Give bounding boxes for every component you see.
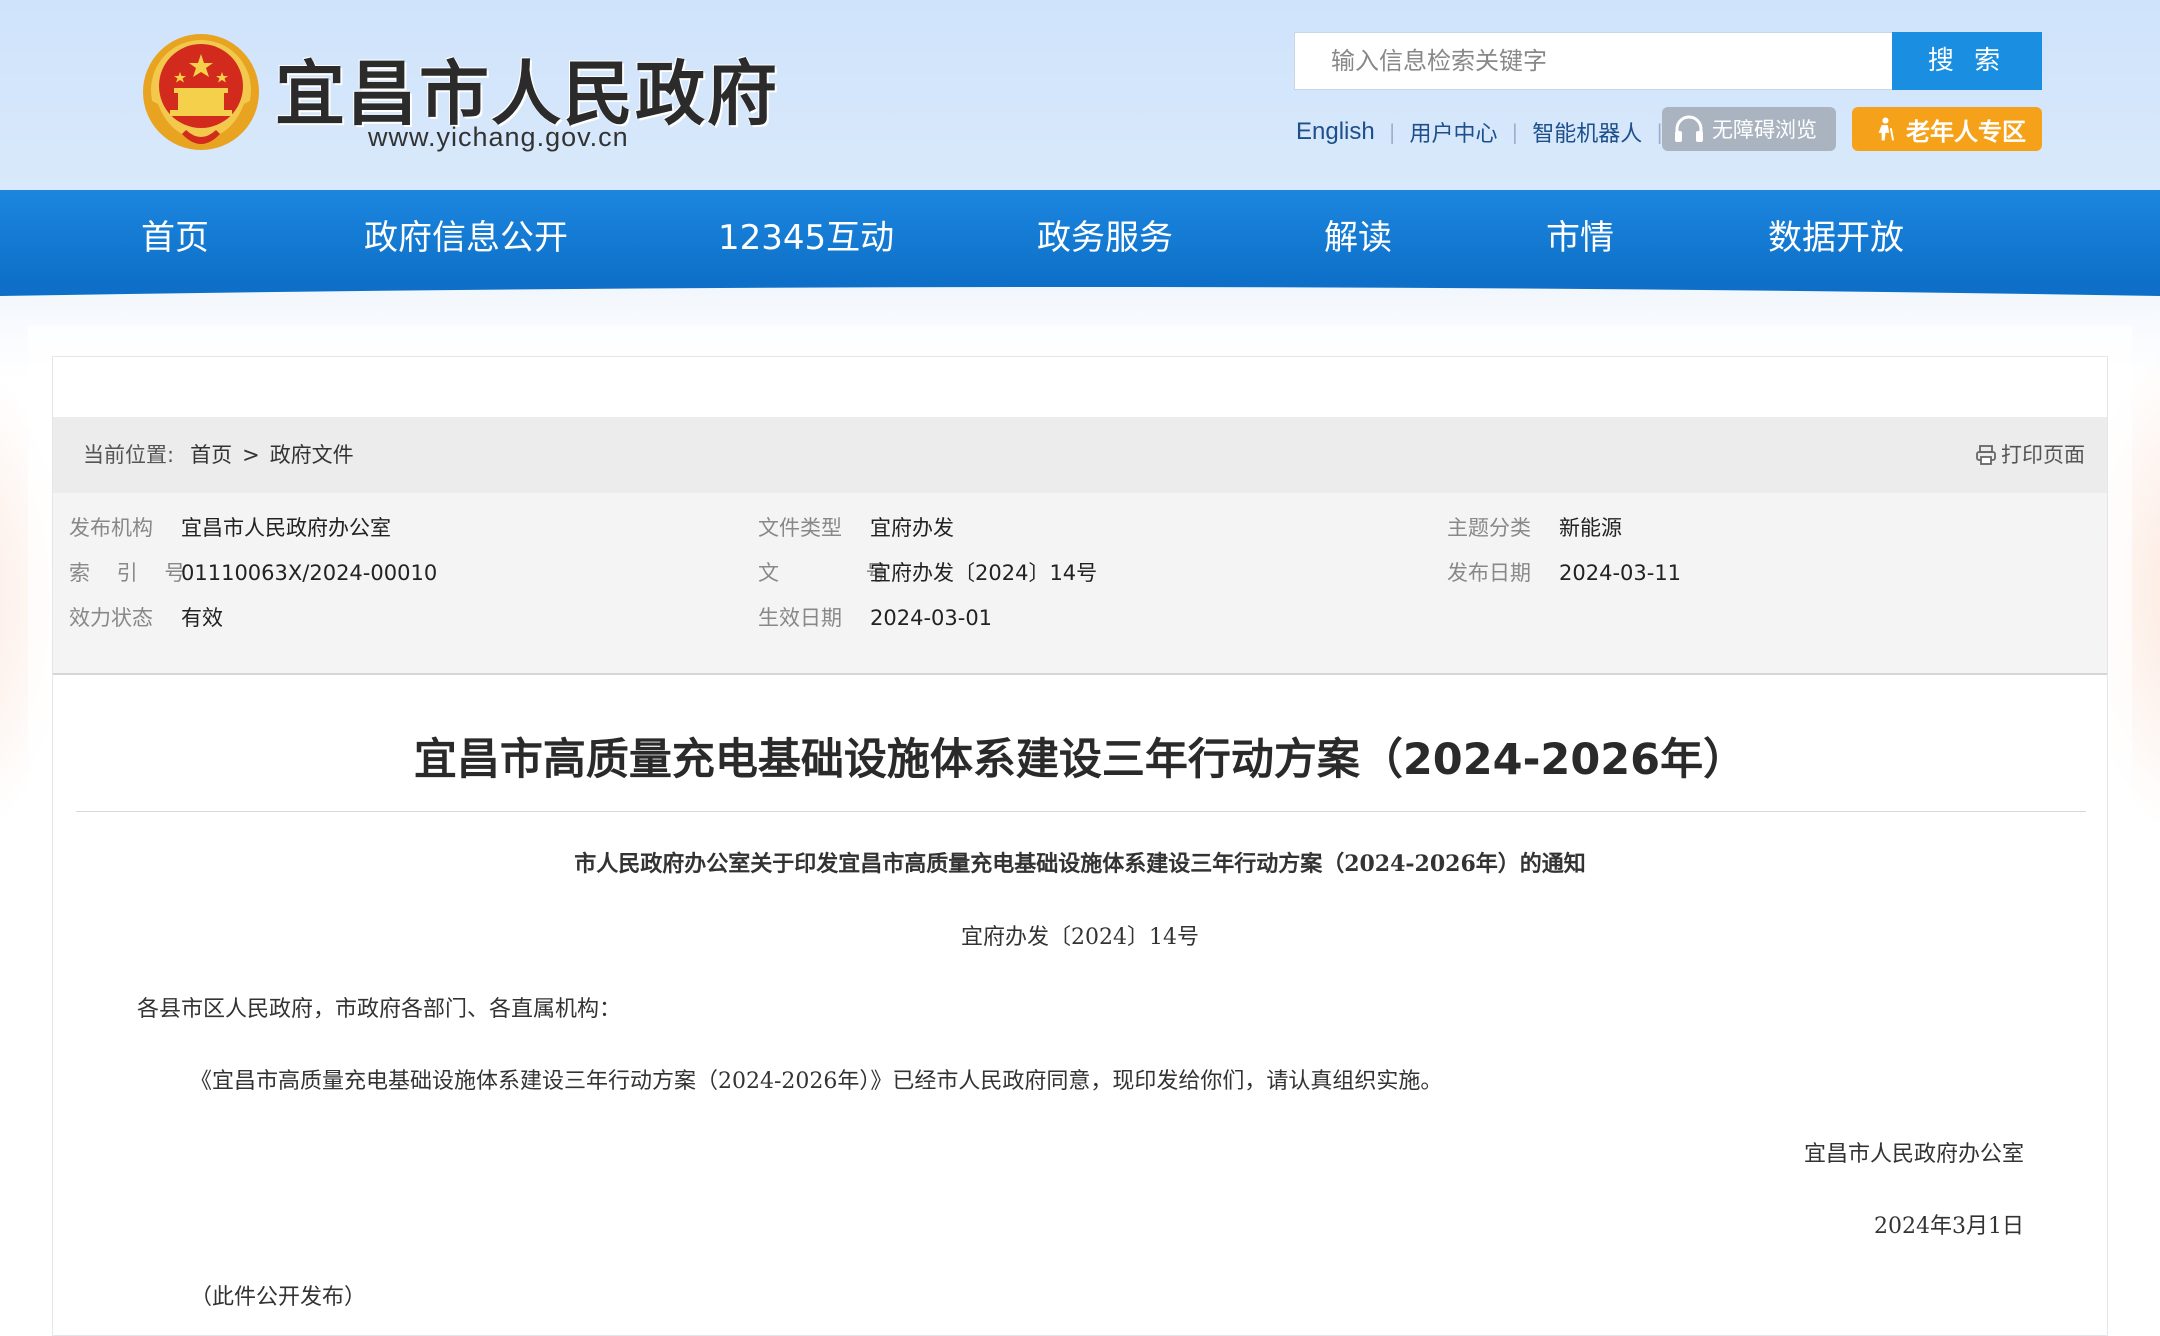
main-nav: 首页 政府信息公开 12345互动 政务服务 解读 市情 数据开放 <box>0 190 2160 286</box>
article-title: 宜昌市高质量充电基础设施体系建设三年行动方案（2024-2026年） <box>413 735 1747 785</box>
meta-key: 生效日期 <box>758 606 842 630</box>
nav-gov-info-disclosure[interactable]: 政府信息公开 <box>364 190 568 286</box>
meta-key: 文 号 <box>758 561 927 585</box>
breadcrumb: 当前位置: 首页 > 政府文件 <box>83 417 354 493</box>
breadcrumb-label: 当前位置: <box>83 443 175 467</box>
meta-value: 有效 <box>181 606 223 630</box>
meta-value: 01110063X/2024-00010 <box>181 561 438 585</box>
headphones-icon <box>1675 115 1703 142</box>
meta-key: 发布机构 <box>69 516 153 540</box>
article-subtitle: 市人民政府办公室关于印发宜昌市高质量充电基础设施体系建设三年行动方案（2024-… <box>574 851 1586 877</box>
top-links: English | 用户中心 | 智能机器人 | <box>1296 112 1677 152</box>
site-header: 宜昌市人民政府 www.yichang.gov.cn 搜 索 English |… <box>0 0 2160 190</box>
nav-home[interactable]: 首页 <box>141 190 209 286</box>
meta-value: 2024-03-01 <box>870 606 993 630</box>
breadcrumb-home[interactable]: 首页 <box>190 417 232 493</box>
meta-value: 宜府办发 <box>870 516 954 540</box>
print-page-label: 打印页面 <box>2001 443 2085 467</box>
breadcrumb-bar: 当前位置: 首页 > 政府文件 打印页面 <box>53 417 2107 493</box>
accessibility-button[interactable]: 无障碍浏览 <box>1662 107 1836 151</box>
meta-value: 新能源 <box>1559 516 1622 540</box>
accessibility-label: 无障碍浏览 <box>1712 118 1817 142</box>
meta-status: 效力状态 有效 <box>69 596 223 640</box>
meta-key: 发布日期 <box>1447 561 1531 585</box>
user-center-link[interactable]: 用户中心 <box>1409 116 1497 148</box>
document-metadata: 发布机构 宜昌市人民政府办公室 索 引 号01110063X/2024-00010… <box>53 493 2107 675</box>
article-doc-number: 宜府办发〔2024〕14号 <box>961 925 1199 950</box>
article-note: （此件公开发布） <box>190 1285 367 1310</box>
search-input[interactable] <box>1295 33 1893 89</box>
breadcrumb-separator: > <box>242 443 260 467</box>
nav-gov-services[interactable]: 政务服务 <box>1037 190 1173 286</box>
nav-12345-interaction[interactable]: 12345互动 <box>718 190 894 286</box>
meta-value: 宜府办发〔2024〕14号 <box>870 561 1098 585</box>
elderly-person-icon <box>1878 117 1895 141</box>
print-page-button[interactable]: 打印页面 <box>1975 417 2085 493</box>
meta-effective-date: 生效日期 2024-03-01 <box>758 596 992 640</box>
meta-value: 2024-03-11 <box>1559 561 1682 585</box>
printer-icon <box>1976 445 1996 465</box>
article-signature: 宜昌市人民政府办公室 <box>1803 1142 2024 1167</box>
meta-key: 主题分类 <box>1447 516 1531 540</box>
english-link[interactable]: English <box>1296 118 1375 146</box>
nav-open-data[interactable]: 数据开放 <box>1768 190 1904 286</box>
article-salutation: 各县市区人民政府，市政府各部门、各直属机构： <box>137 997 622 1022</box>
meta-publish-date: 发布日期 2024-03-11 <box>1447 551 1681 595</box>
meta-value: 宜昌市人民政府办公室 <box>181 516 391 540</box>
nav-interpretation[interactable]: 解读 <box>1324 190 1392 286</box>
title-divider <box>76 811 2086 812</box>
site-url: www.yichang.gov.cn <box>368 122 629 152</box>
breadcrumb-gov-documents[interactable]: 政府文件 <box>270 417 354 493</box>
link-divider: | <box>1511 120 1519 144</box>
nav-city-info[interactable]: 市情 <box>1546 190 1614 286</box>
meta-key: 文件类型 <box>758 516 842 540</box>
search-button[interactable]: 搜 索 <box>1892 32 2042 90</box>
national-emblem-icon[interactable] <box>140 30 262 160</box>
meta-topic: 主题分类 新能源 <box>1447 506 1622 550</box>
nav-bottom-wave <box>0 280 2160 296</box>
meta-publisher: 发布机构 宜昌市人民政府办公室 <box>69 506 391 550</box>
meta-key: 效力状态 <box>69 606 153 630</box>
link-divider: | <box>1388 120 1396 144</box>
elderly-zone-label: 老年人专区 <box>1906 117 2026 146</box>
elderly-zone-button[interactable]: 老年人专区 <box>1852 107 2042 151</box>
article-date: 2024年3月1日 <box>1874 1214 2024 1239</box>
meta-key: 索 引 号 <box>69 561 196 585</box>
meta-doctype: 文件类型 宜府办发 <box>758 506 954 550</box>
meta-index: 索 引 号01110063X/2024-00010 <box>69 551 437 595</box>
smart-robot-link[interactable]: 智能机器人 <box>1532 116 1642 148</box>
search-box <box>1294 32 1894 90</box>
article-body: 《宜昌市高质量充电基础设施体系建设三年行动方案（2024-2026年）》已经市人… <box>190 1069 1443 1094</box>
meta-docnum: 文 号宜府办发〔2024〕14号 <box>758 551 1097 595</box>
